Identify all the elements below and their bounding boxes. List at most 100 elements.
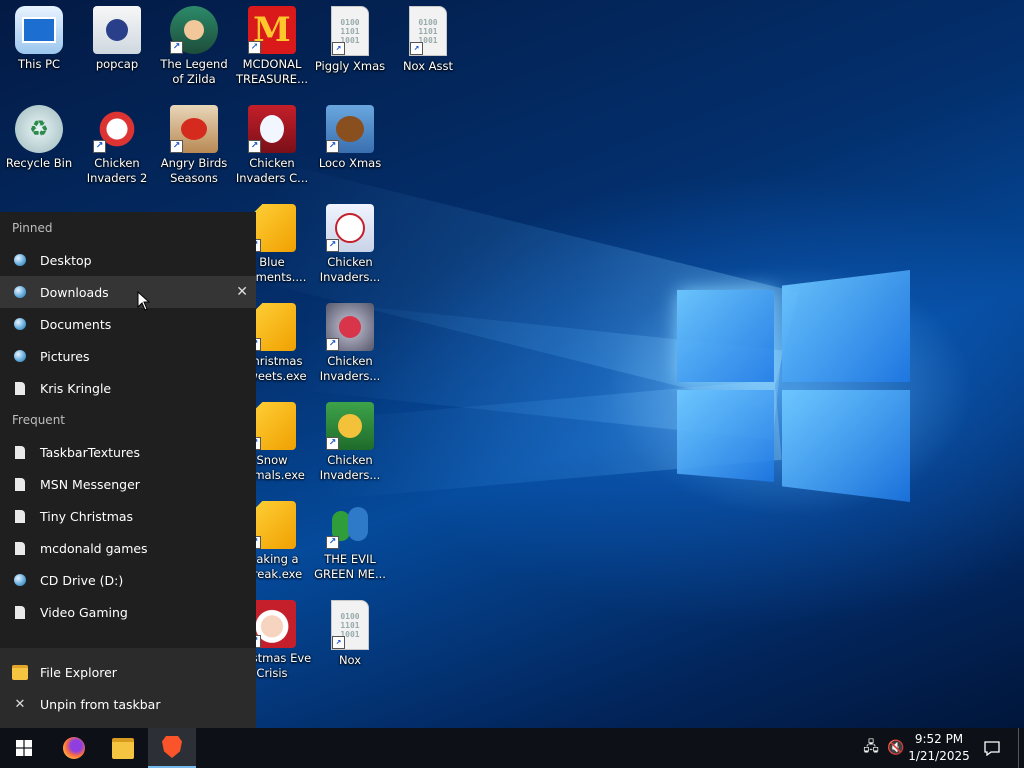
jumplist-item-desktop[interactable]: Desktop (0, 244, 256, 276)
file-explorer-jump-list: Pinned Desktop Downloads ✕ Documents Pict… (0, 212, 256, 728)
icon-label: Chicken Invaders... (319, 255, 381, 284)
clock-date: 1/21/2025 (908, 749, 970, 763)
jumplist-item-taskbartextures[interactable]: TaskbarTextures (0, 436, 256, 468)
firefox-icon (63, 737, 85, 759)
page-icon (12, 380, 28, 396)
desktop-icon-piggly-xmas[interactable]: 0100 1101 1001 ↗ Piggly Xmas (311, 6, 389, 74)
show-desktop-button[interactable] (1018, 728, 1024, 768)
windows-logo-icon (16, 740, 32, 756)
jumplist-item-cd-drive[interactable]: CD Drive (D:) (0, 564, 256, 596)
jumplist-item-msn-messenger[interactable]: MSN Messenger (0, 468, 256, 500)
icon-label: Chicken Invaders C... (235, 156, 309, 185)
desktop-icon-nox[interactable]: 0100 1101 1001 ↗ Nox (311, 600, 389, 668)
icon-label: The Legend of Zilda (160, 57, 228, 86)
icon-label: Chicken Invaders... (319, 354, 381, 383)
shortcut-arrow-icon: ↗ (326, 140, 339, 153)
page-icon (12, 540, 28, 556)
windows-logo-pane (782, 390, 910, 502)
taskbar-file-explorer[interactable] (99, 728, 147, 768)
chicken-game-icon: ↗ (326, 204, 374, 252)
globe-icon (12, 572, 28, 588)
desktop-icon-chicken-invaders[interactable]: ↗ Chicken Invaders... (311, 402, 389, 483)
jumplist-tasks: File Explorer ✕ Unpin from taskbar (0, 648, 256, 728)
network-icon[interactable]: 🖧 (858, 728, 884, 768)
jumplist-item-video-gaming[interactable]: Video Gaming (0, 596, 256, 628)
jumplist-item-label: TaskbarTextures (40, 444, 140, 460)
shortcut-arrow-icon: ↗ (248, 41, 261, 54)
shortcut-arrow-icon: ↗ (326, 437, 339, 450)
jumplist-item-pictures[interactable]: Pictures (0, 340, 256, 372)
computer-icon (15, 6, 63, 54)
taskbar-firefox[interactable] (50, 728, 98, 768)
jumplist-item-label: Video Gaming (40, 604, 128, 620)
jumplist-item-mcdonald-games[interactable]: mcdonald games (0, 532, 256, 564)
jumplist-item-label: Pictures (40, 348, 90, 364)
shortcut-arrow-icon: ↗ (326, 536, 339, 549)
shortcut-arrow-icon: ↗ (248, 140, 261, 153)
desktop-icon-nox-asst[interactable]: 0100 1101 1001 ↗ Nox Asst (389, 6, 467, 74)
jumplist-item-label: Tiny Christmas (40, 508, 134, 524)
shortcut-arrow-icon: ↗ (170, 140, 183, 153)
jumplist-item-label: CD Drive (D:) (40, 572, 124, 588)
shortcut-arrow-icon: ↗ (170, 41, 183, 54)
shortcut-arrow-icon: ↗ (332, 636, 345, 649)
binary-file-icon: 0100 1101 1001 ↗ (331, 600, 369, 650)
icon-label: Chicken Invaders... (319, 453, 381, 482)
jumplist-item-label: Desktop (40, 252, 92, 268)
desktop-icon-mcdonal-treasure[interactable]: M ↗ MCDONAL TREASURE... (233, 6, 311, 87)
desktop-icon-chicken-invaders-2[interactable]: 2 ↗ Chicken Invaders 2 (78, 105, 156, 186)
shortcut-arrow-icon: ↗ (332, 42, 345, 55)
icon-label: Loco Xmas (318, 156, 382, 170)
shortcut-arrow-icon: ↗ (93, 140, 106, 153)
action-center-button[interactable] (978, 728, 1006, 768)
brave-lion-icon (162, 736, 182, 758)
msn-messenger-icon: ↗ (326, 501, 374, 549)
recycle-bin-icon: ♻ (15, 105, 63, 153)
frequent-header: Frequent (12, 413, 65, 427)
desktop-icon-chicken-invaders[interactable]: ↗ Chicken Invaders... (311, 303, 389, 384)
desktop-icon-the-evil-green-me[interactable]: ↗ THE EVIL GREEN ME... (311, 501, 389, 582)
icon-label: This PC (17, 57, 61, 71)
folder-icon (112, 737, 134, 759)
icon-label: Chicken Invaders 2 (86, 156, 148, 185)
jumplist-file-explorer[interactable]: File Explorer (0, 656, 256, 688)
icon-label: Angry Birds Seasons (160, 156, 228, 185)
chicken-game-icon: ↗ (326, 402, 374, 450)
jumplist-item-downloads[interactable]: Downloads ✕ (0, 276, 256, 308)
icon-label: Piggly Xmas (314, 59, 386, 73)
globe-icon (12, 316, 28, 332)
mouse-cursor-icon (137, 291, 151, 311)
desktop-icon-angry-birds-seasons[interactable]: ↗ Angry Birds Seasons (155, 105, 233, 186)
globe-icon (12, 284, 28, 300)
icon-label: Recycle Bin (5, 156, 73, 170)
desktop-icon-legend-of-zilda[interactable]: ↗ The Legend of Zilda (155, 6, 233, 87)
jumplist-item-documents[interactable]: Documents (0, 308, 256, 340)
clock[interactable]: 9:52 PM 1/21/2025 (906, 728, 972, 768)
desktop-icon-chicken-invaders-c[interactable]: ↗ Chicken Invaders C... (233, 105, 311, 186)
desktop-icon-popcap[interactable]: popcap (78, 6, 156, 72)
globe-icon (12, 252, 28, 268)
jumplist-item-tiny-christmas[interactable]: Tiny Christmas (0, 500, 256, 532)
volume-muted-icon[interactable]: 🔇 (884, 728, 908, 768)
desktop-icon-recycle-bin[interactable]: ♻ Recycle Bin (0, 105, 78, 171)
folder-file-icon (93, 6, 141, 54)
jumplist-item-label: MSN Messenger (40, 476, 140, 492)
bear-game-icon: ↗ (326, 105, 374, 153)
jumplist-unpin-from-taskbar[interactable]: ✕ Unpin from taskbar (0, 688, 256, 720)
desktop-icon-chicken-invaders[interactable]: ↗ Chicken Invaders... (311, 204, 389, 285)
desktop-icon-this-pc[interactable]: This PC (0, 6, 78, 72)
binary-file-icon: 0100 1101 1001 ↗ (331, 6, 369, 56)
icon-label: Nox (338, 653, 362, 667)
desktop-icon-loco-xmas[interactable]: ↗ Loco Xmas (311, 105, 389, 171)
unpin-icon[interactable]: ✕ (236, 284, 248, 300)
clock-time: 9:52 PM (914, 732, 964, 746)
jumplist-item-label: Kris Kringle (40, 380, 112, 396)
start-button[interactable] (0, 728, 48, 768)
globe-icon (12, 348, 28, 364)
jumplist-item-kris-kringle[interactable]: Kris Kringle (0, 372, 256, 404)
unpin-icon: ✕ (14, 696, 26, 712)
jumplist-item-label: mcdonald games (40, 540, 148, 556)
mcdonalds-icon: M ↗ (248, 6, 296, 54)
taskbar-brave[interactable] (148, 728, 196, 768)
page-icon (12, 604, 28, 620)
